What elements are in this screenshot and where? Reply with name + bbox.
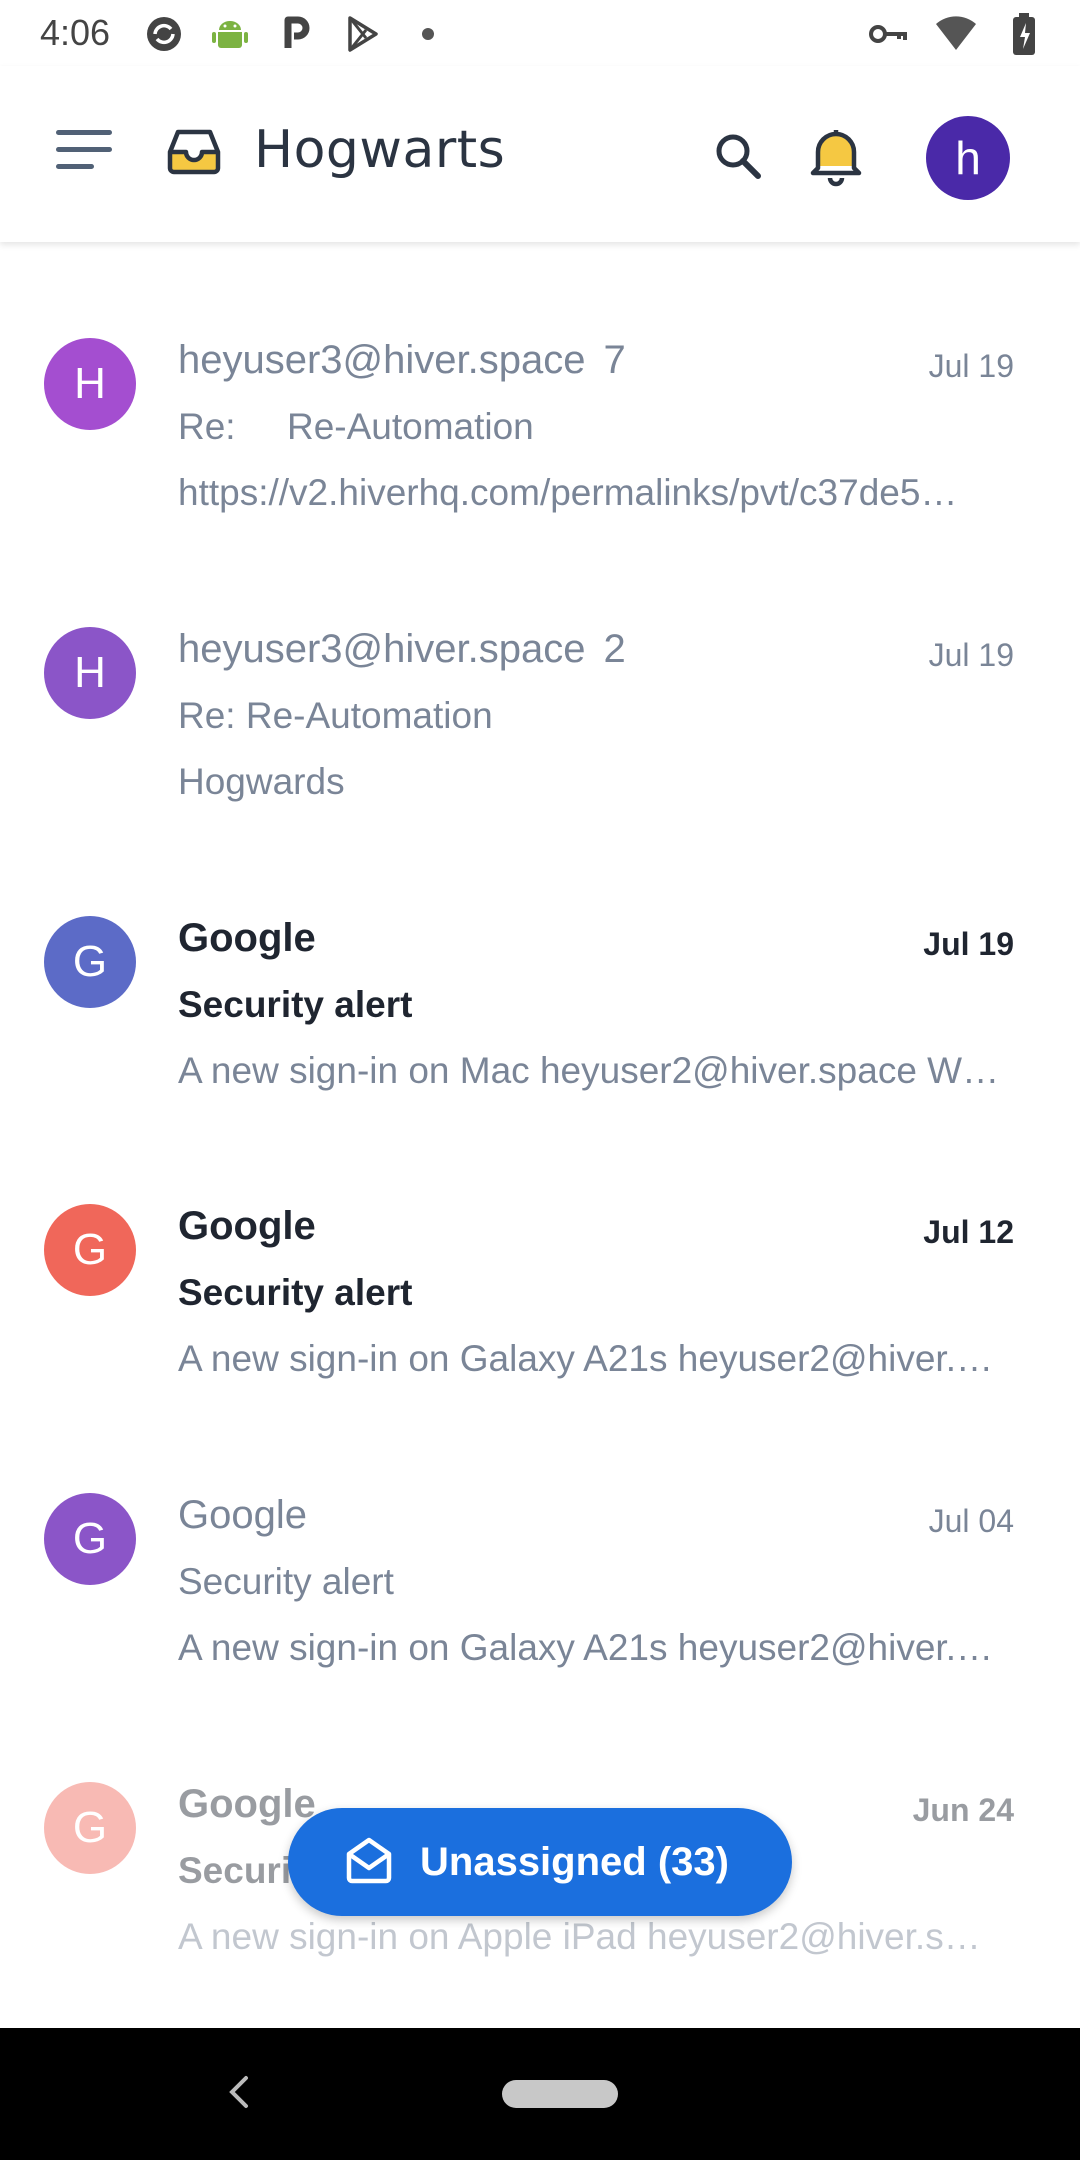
snippet: A new sign-in on Apple iPad heyuser2@hiv…: [178, 1916, 981, 1957]
menu-icon[interactable]: [56, 130, 116, 174]
dot-icon: [406, 12, 450, 56]
avatar-letter: G: [72, 1514, 108, 1563]
avatar: G: [44, 916, 136, 1008]
subject: Security alert: [178, 1272, 413, 1313]
status-icons-left: [142, 12, 450, 56]
battery-icon: [1002, 12, 1046, 56]
search-icon[interactable]: [712, 130, 764, 182]
sender: Google: [178, 916, 316, 961]
sender: Google: [178, 1204, 316, 1249]
sender: Google: [178, 1782, 316, 1827]
sender-name: Google: [178, 1493, 307, 1537]
app-bar: Hogwarts h: [0, 66, 1080, 242]
sender: Google: [178, 1493, 307, 1538]
list-item[interactable]: H heyuser3@hiver.space 7 Jul 19 Re: Re-Au…: [0, 286, 1080, 574]
wifi-icon: [934, 12, 978, 56]
avatar: G: [44, 1493, 136, 1585]
snippet: A new sign-in on Mac heyuser2@hiver.spac…: [178, 1050, 1000, 1091]
list-item[interactable]: G Google Jul 19 Security alert A new sig…: [0, 864, 1080, 1152]
snippet: A new sign-in on Galaxy A21s heyuser2@hi…: [178, 1338, 993, 1379]
subject: Security alert: [178, 984, 413, 1025]
thread-count: 7: [603, 338, 626, 382]
play-store-icon: [340, 12, 384, 56]
avatar-letter: H: [74, 359, 106, 408]
snippet: A new sign-in on Galaxy A21s heyuser2@hi…: [178, 1627, 993, 1668]
page-title: Hogwarts: [254, 120, 506, 180]
date: Jul 19: [923, 926, 1014, 962]
list-item[interactable]: H heyuser3@hiver.space 2 Jul 19 Re: Re-Au…: [0, 575, 1080, 863]
status-time: 4:06: [40, 12, 111, 53]
avatar: G: [44, 1204, 136, 1296]
envelope-open-icon: [344, 1836, 394, 1889]
sender-name: Google: [178, 1204, 316, 1248]
avatar: H: [44, 627, 136, 719]
date: Jun 24: [912, 1792, 1014, 1828]
sync-icon: [142, 12, 186, 56]
unassigned-label: Unassigned (33): [420, 1839, 729, 1884]
date: Jul 19: [928, 348, 1014, 384]
snippet: https://v2.hiverhq.com/permalinks/pvt/c3…: [178, 472, 958, 513]
unassigned-button[interactable]: Unassigned (33): [288, 1808, 792, 1916]
avatar-letter: H: [74, 648, 106, 697]
sender-name: heyuser3@hiver.space: [178, 627, 586, 671]
thread-count: 2: [603, 627, 626, 671]
date: Jul 19: [928, 637, 1014, 673]
sender: heyuser3@hiver.space 2: [178, 627, 626, 672]
status-icons-right: [866, 12, 1046, 56]
parking-icon: [274, 12, 318, 56]
user-avatar-letter: h: [955, 132, 981, 184]
avatar: G: [44, 1782, 136, 1874]
sender-name: Google: [178, 916, 316, 960]
avatar-letter: G: [72, 1803, 108, 1852]
sender: heyuser3@hiver.space 7: [178, 338, 626, 383]
avatar-letter: G: [72, 937, 108, 986]
avatar-letter: G: [72, 1225, 108, 1274]
vpn-key-icon: [866, 12, 910, 56]
status-bar: 4:06: [0, 0, 1080, 66]
subject: Security alert: [178, 1561, 394, 1602]
list-item[interactable]: G Google Jul 04 Security alert A new sig…: [0, 1441, 1080, 1729]
user-avatar[interactable]: h: [926, 116, 1010, 200]
date: Jul 04: [928, 1503, 1014, 1539]
system-nav-bar: [0, 2028, 1080, 2160]
snippet: Hogwards: [178, 761, 345, 802]
home-pill-icon[interactable]: [502, 2080, 618, 2108]
android-icon: [208, 12, 252, 56]
list-item[interactable]: G Google Jul 12 Security alert A new sig…: [0, 1152, 1080, 1440]
bell-icon[interactable]: [806, 124, 866, 188]
back-icon[interactable]: [222, 2072, 254, 2112]
subject: Re: Re-Automation: [178, 406, 534, 447]
date: Jul 12: [923, 1214, 1014, 1250]
avatar: H: [44, 338, 136, 430]
inbox-icon: [164, 124, 224, 180]
subject: Re: Re-Automation: [178, 695, 493, 736]
sender-name: heyuser3@hiver.space: [178, 338, 586, 382]
sender-name: Google: [178, 1782, 316, 1826]
